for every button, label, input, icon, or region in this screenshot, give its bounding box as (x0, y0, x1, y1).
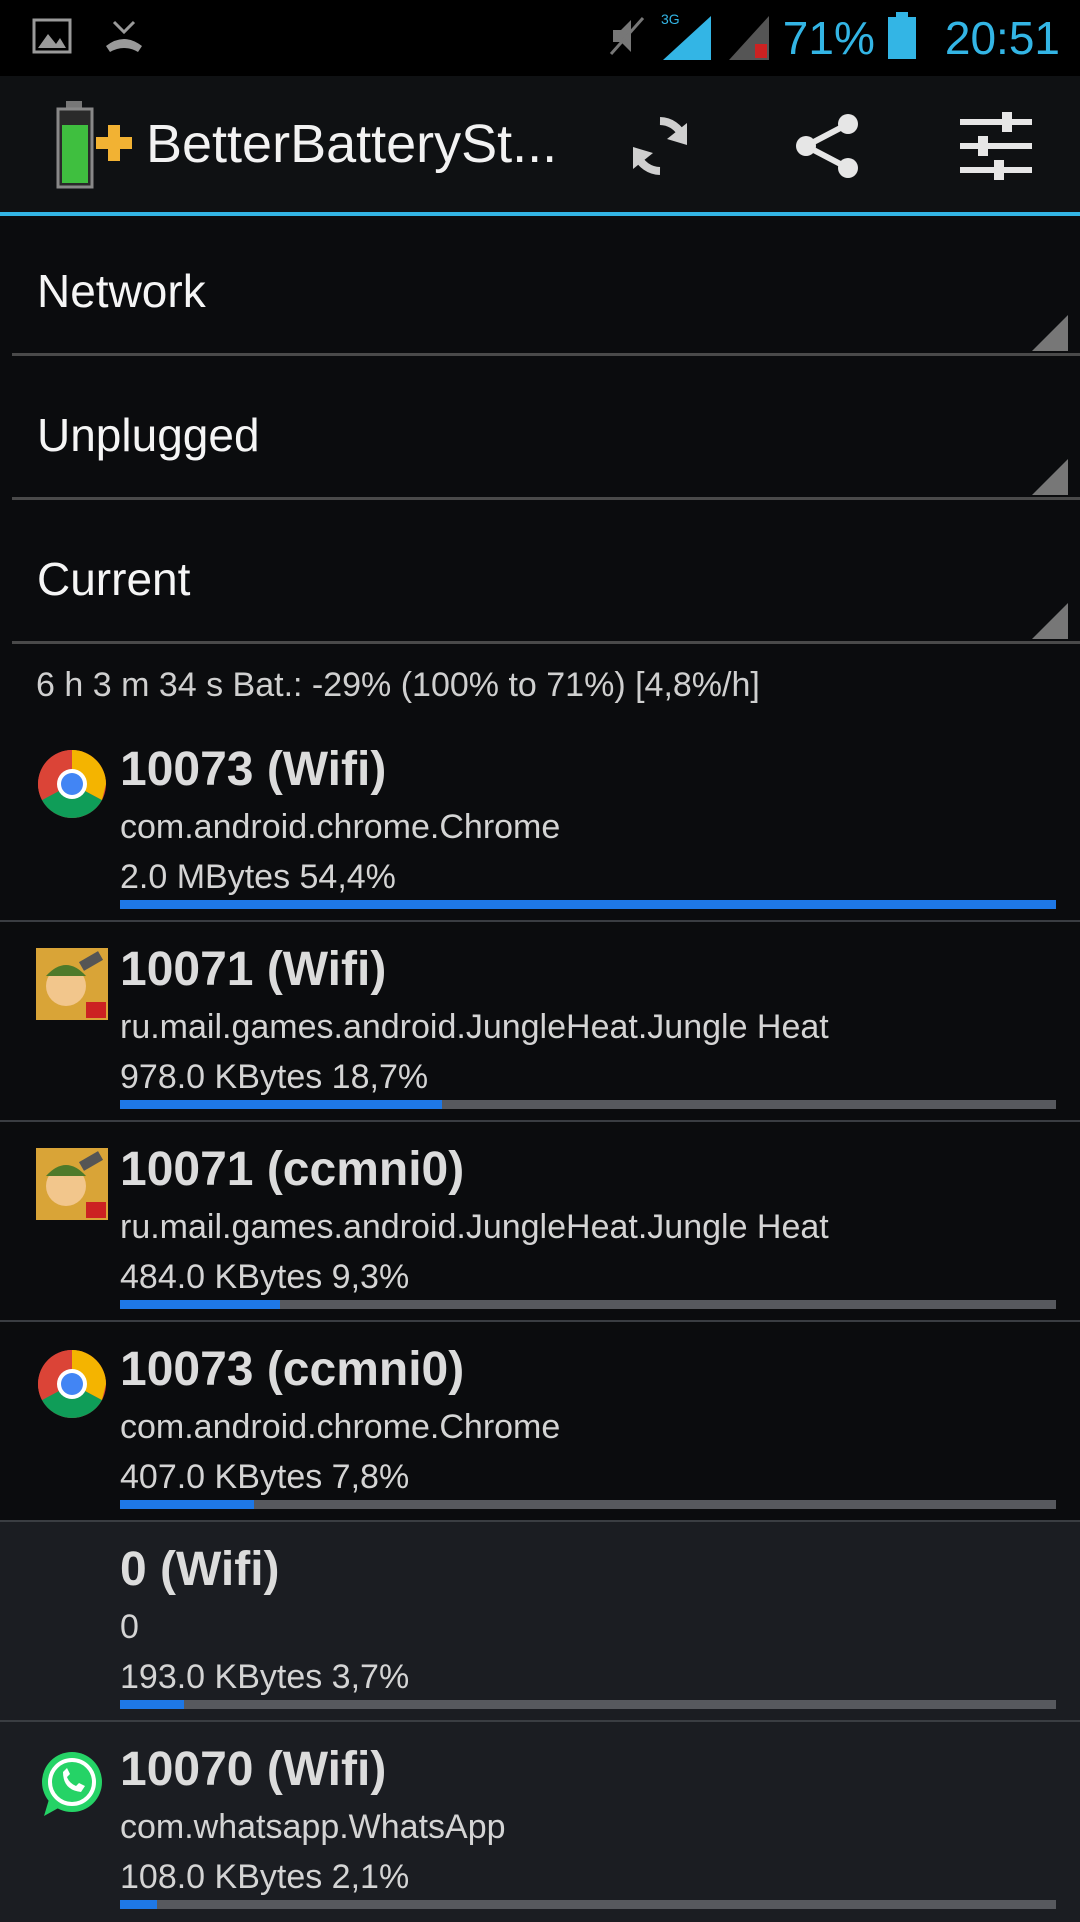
entry-value: 108.0 KBytes 2,1% (120, 1858, 410, 1896)
spinner-stat-reference[interactable]: Unplugged (12, 360, 1080, 500)
list-item[interactable]: 10073 (ccmni0) com.android.chrome.Chrome… (0, 1322, 1080, 1522)
usage-bar (120, 1500, 1056, 1509)
spinner-stat-reference-label: Unplugged (37, 409, 260, 461)
app-battery-plus-icon[interactable] (56, 99, 136, 189)
dropdown-triangle-icon (1032, 459, 1068, 495)
signal-sim2-icon (725, 10, 773, 66)
jungle-heat-icon (36, 948, 108, 1020)
usage-bar (120, 1100, 1056, 1109)
action-bar: BetterBatterySt... (0, 76, 1080, 216)
spinner-stat-end-label: Current (37, 553, 191, 605)
entry-package: 0 (120, 1608, 139, 1646)
spinner-stat-end[interactable]: Current (12, 504, 1080, 644)
battery-icon (885, 11, 919, 65)
entry-package: ru.mail.games.android.JungleHeat.Jungle … (120, 1208, 829, 1246)
entry-value: 978.0 KBytes 18,7% (120, 1058, 429, 1096)
usage-bar-fill (120, 1100, 442, 1109)
status-bar: 3G 71% 20:51 (0, 0, 1080, 76)
dropdown-triangle-icon (1032, 603, 1068, 639)
refresh-icon (633, 117, 687, 175)
entry-package: ru.mail.games.android.JungleHeat.Jungle … (120, 1008, 829, 1046)
entry-value: 407.0 KBytes 7,8% (120, 1458, 410, 1496)
refresh-button[interactable] (620, 106, 700, 186)
settings-button[interactable] (956, 106, 1036, 186)
chrome-icon (36, 1348, 108, 1420)
clock: 20:51 (944, 12, 1060, 64)
usage-bar (120, 1700, 1056, 1709)
usage-bar-fill (120, 1300, 281, 1309)
stats-summary: 6 h 3 m 34 s Bat.: -29% (100% to 71%) [4… (36, 666, 760, 704)
list-item[interactable]: 10071 (Wifi) ru.mail.games.android.Jungl… (0, 922, 1080, 1122)
signal-3g-icon: 3G (659, 10, 715, 66)
settings-sliders-icon (960, 112, 1032, 180)
usage-bar (120, 1900, 1056, 1909)
entry-package: com.android.chrome.Chrome (120, 808, 561, 846)
entry-title: 10071 (ccmni0) (120, 1143, 465, 1196)
share-icon (796, 114, 858, 178)
gallery-icon (32, 16, 72, 60)
usage-bar (120, 900, 1056, 909)
usage-bar-fill (120, 1500, 254, 1509)
entry-value: 193.0 KBytes 3,7% (120, 1658, 410, 1696)
network-usage-list: 10073 (Wifi) com.android.chrome.Chrome 2… (0, 722, 1080, 1922)
usage-bar-fill (120, 900, 1056, 909)
chrome-icon (36, 748, 108, 820)
jungle-heat-icon (36, 1148, 108, 1220)
entry-title: 0 (Wifi) (120, 1543, 280, 1596)
entry-value: 2.0 MBytes 54,4% (120, 858, 396, 896)
share-button[interactable] (788, 106, 868, 186)
usage-bar (120, 1300, 1056, 1309)
entry-title: 10070 (Wifi) (120, 1743, 387, 1796)
usage-bar-fill (120, 1700, 184, 1709)
whatsapp-icon (36, 1748, 108, 1820)
battery-percent: 71% (782, 12, 875, 64)
dropdown-triangle-icon (1032, 315, 1068, 351)
list-item[interactable]: 10071 (ccmni0) ru.mail.games.android.Jun… (0, 1122, 1080, 1322)
entry-title: 10073 (Wifi) (120, 743, 387, 796)
spinner-stat-type[interactable]: Network (12, 216, 1080, 356)
missed-call-icon (102, 16, 146, 60)
spinner-stat-type-label: Network (37, 265, 206, 317)
entry-package: com.android.chrome.Chrome (120, 1408, 561, 1446)
entry-package: com.whatsapp.WhatsApp (120, 1808, 506, 1846)
entry-title: 10071 (Wifi) (120, 943, 387, 996)
usage-bar-fill (120, 1900, 157, 1909)
entry-title: 10073 (ccmni0) (120, 1343, 465, 1396)
app-title: BetterBatterySt... (146, 114, 558, 174)
list-item[interactable]: 10070 (Wifi) com.whatsapp.WhatsApp 108.0… (0, 1722, 1080, 1922)
mute-icon (605, 14, 649, 62)
list-item[interactable]: 0 (Wifi) 0 193.0 KBytes 3,7% (0, 1522, 1080, 1722)
network-type-label: 3G (661, 11, 680, 27)
entry-value: 484.0 KBytes 9,3% (120, 1258, 410, 1296)
list-item[interactable]: 10073 (Wifi) com.android.chrome.Chrome 2… (0, 722, 1080, 922)
